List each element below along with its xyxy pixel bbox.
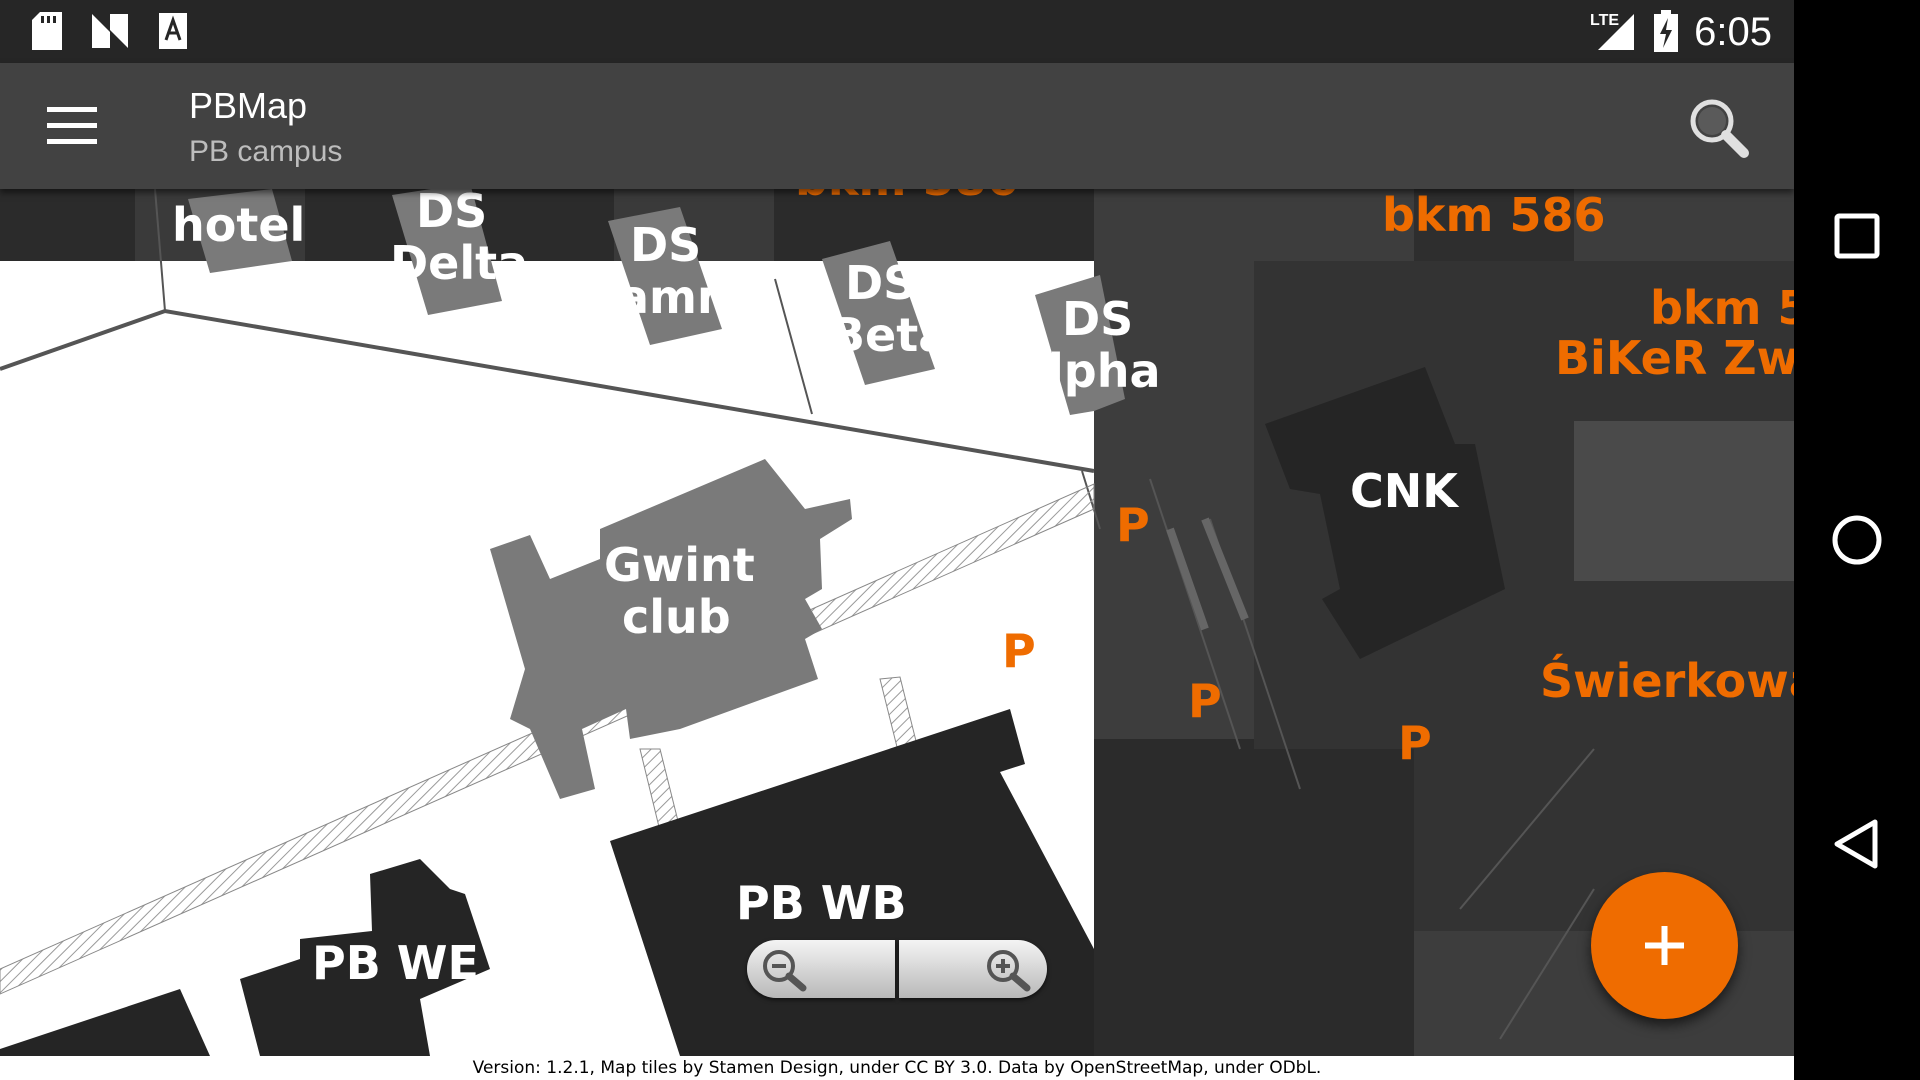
app-subtitle: PB campus [189, 135, 343, 168]
back-triangle-icon[interactable] [1817, 804, 1897, 884]
status-bar: LTE 6:05 [0, 0, 1794, 63]
map-block [1574, 421, 1794, 581]
map-block [1254, 749, 1414, 1056]
map-label-ds-gamma-line1: DS [630, 218, 701, 272]
signal-icon [1598, 14, 1634, 50]
add-fab-button[interactable] [1591, 872, 1738, 1019]
map-label-ds-alpha-line1: DS [1062, 292, 1133, 346]
recents-square-icon[interactable] [1817, 196, 1897, 276]
map-label-gwint-line2: club [622, 590, 731, 644]
navigation-bar [1794, 0, 1920, 1080]
map-label-parking: P [1398, 716, 1432, 770]
map-view[interactable]: Akdam hotel DS Delta DS amm DS Beta DS l… [0, 189, 1794, 1056]
map-label-hotel-partial: Akdam [155, 189, 333, 198]
zoom-in-icon [987, 950, 1031, 992]
map-block [1094, 739, 1254, 1056]
hamburger-menu-icon-bar [47, 139, 97, 144]
a-notification-icon [159, 13, 187, 49]
map-label-parking: P [1188, 674, 1222, 728]
map-label-pb-wb: PB WB [736, 876, 907, 930]
map-label-hotel: hotel [172, 198, 305, 252]
map-label-bkm-586: bkm 586 [1382, 189, 1606, 242]
map-label-swierkowa: Świerkowa [1540, 654, 1794, 708]
map-label-bkm-5: bkm 5 [1650, 281, 1794, 335]
zoom-out-icon [763, 950, 807, 992]
map-label-biker: BiKeR Zwie [1555, 331, 1794, 385]
search-icon[interactable] [1680, 91, 1760, 165]
map-label-gwint-line1: Gwint [604, 538, 755, 592]
map-label-ds-gamma-line2: amm [618, 270, 745, 324]
map-label-ds-beta-line1: DS [845, 256, 916, 310]
plus-icon [1645, 926, 1684, 965]
zoom-out-button[interactable] [747, 940, 895, 998]
map-label-bkm-top-partial: bkm 586 [795, 189, 1019, 206]
map-label-parking: P [1002, 624, 1036, 678]
zoom-in-button[interactable] [899, 940, 1047, 998]
map-label-ds-beta-line2: Beta [830, 308, 949, 362]
map-label-ds-alpha-line2: lpha [1048, 344, 1160, 398]
app-title: PBMap [189, 85, 308, 126]
map-label-parking: P [1116, 498, 1150, 552]
hamburger-menu-icon [47, 107, 97, 112]
map-label-ds-delta-line1: DS [416, 189, 487, 238]
map-label-ds-delta-line2: Delta [390, 236, 528, 290]
map-canvas[interactable]: Akdam hotel DS Delta DS amm DS Beta DS l… [0, 189, 1794, 1056]
menu-button[interactable] [30, 93, 114, 159]
zoom-control [747, 940, 1047, 998]
sd-card-icon [32, 12, 62, 50]
app-toolbar: PBMap PB campus [0, 63, 1794, 189]
map-attribution: Version: 1.2.1, Map tiles by Stamen Desi… [0, 1056, 1794, 1080]
map-label-pb-we: PB WE [312, 936, 479, 990]
home-circle-icon[interactable] [1817, 500, 1897, 580]
battery-charging-icon [1654, 10, 1678, 52]
map-label-cnk: CNK [1350, 464, 1460, 518]
n-notification-icon [92, 14, 128, 48]
status-time: 6:05 [1694, 10, 1772, 54]
hamburger-menu-icon-bar [47, 123, 97, 128]
